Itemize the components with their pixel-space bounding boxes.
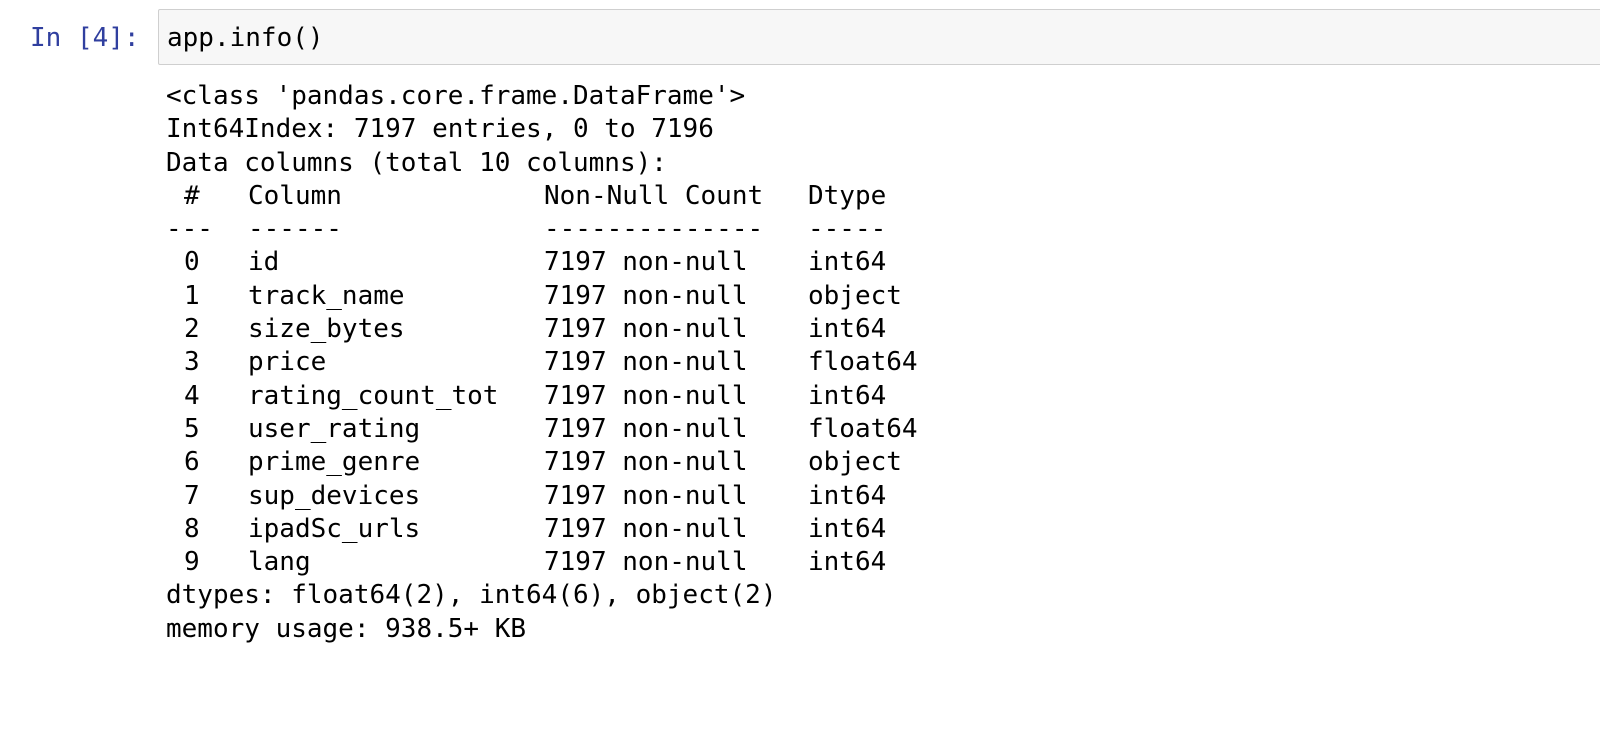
row-num: 3 xyxy=(184,347,200,378)
header-count: Non-Null Count xyxy=(544,180,764,211)
row-dtype: float64 xyxy=(808,413,918,444)
index-line: Int64Index: 7197 entries, 0 to 7196 xyxy=(166,114,714,145)
row-column: lang xyxy=(248,547,311,578)
row-column: prime_genre xyxy=(248,447,421,478)
separator-count: -------------- xyxy=(544,214,764,245)
row-column: rating_count_tot xyxy=(248,380,499,411)
row-dtype: object xyxy=(808,280,902,311)
row-count: 7197 non-null xyxy=(544,314,748,345)
row-column: size_bytes xyxy=(248,314,405,345)
columns-line: Data columns (total 10 columns): xyxy=(166,147,667,178)
info-row: 7 sup_devices 7197 non-null int64 xyxy=(166,480,1586,513)
row-column: ipadSc_urls xyxy=(248,513,421,544)
row-count: 7197 non-null xyxy=(544,347,748,378)
row-dtype: int64 xyxy=(808,547,887,578)
row-dtype: int64 xyxy=(808,314,887,345)
header-column: Column xyxy=(248,180,342,211)
header-dtype: Dtype xyxy=(808,180,887,211)
row-num: 6 xyxy=(184,447,200,478)
row-count: 7197 non-null xyxy=(544,280,748,311)
info-row: 6 prime_genre 7197 non-null object xyxy=(166,446,1586,479)
separator-num: --- xyxy=(166,214,213,245)
info-row: 0 id 7197 non-null int64 xyxy=(166,246,1586,279)
row-column: sup_devices xyxy=(248,480,421,511)
memory-line: memory usage: 938.5+ KB xyxy=(166,613,527,644)
info-header-row: # Column Non-Null Count Dtype xyxy=(166,180,1586,213)
row-dtype: object xyxy=(808,447,902,478)
class-line: <class 'pandas.core.frame.DataFrame'> xyxy=(166,81,746,111)
row-dtype: float64 xyxy=(808,347,918,378)
info-row: 2 size_bytes 7197 non-null int64 xyxy=(166,313,1586,346)
separator-column: ------ xyxy=(248,214,342,245)
row-count: 7197 non-null xyxy=(544,447,748,478)
row-dtype: int64 xyxy=(808,513,887,544)
info-separator-row: --- ------ -------------- ----- xyxy=(166,213,1586,246)
row-num: 7 xyxy=(184,480,200,511)
code-text[interactable]: app.info() xyxy=(167,20,324,56)
row-count: 7197 non-null xyxy=(544,513,748,544)
row-column: id xyxy=(248,247,280,278)
row-dtype: int64 xyxy=(808,247,887,278)
row-num: 0 xyxy=(184,247,200,278)
row-column: track_name xyxy=(248,280,405,311)
row-dtype: int64 xyxy=(808,380,887,411)
row-num: 5 xyxy=(184,413,200,444)
row-num: 1 xyxy=(184,280,200,311)
row-dtype: int64 xyxy=(808,480,887,511)
info-row: 3 price 7197 non-null float64 xyxy=(166,346,1586,379)
header-num: # xyxy=(184,180,200,211)
info-row: 9 lang 7197 non-null int64 xyxy=(166,546,1586,579)
output-area: <class 'pandas.core.frame.DataFrame'> In… xyxy=(166,80,1586,646)
info-row: 8 ipadSc_urls 7197 non-null int64 xyxy=(166,513,1586,546)
input-prompt: In [4]: xyxy=(30,23,140,53)
row-count: 7197 non-null xyxy=(544,547,748,578)
row-count: 7197 non-null xyxy=(544,413,748,444)
row-count: 7197 non-null xyxy=(544,380,748,411)
row-num: 2 xyxy=(184,314,200,345)
row-count: 7197 non-null xyxy=(544,247,748,278)
dtypes-line: dtypes: float64(2), int64(6), object(2) xyxy=(166,580,777,611)
info-row: 4 rating_count_tot 7197 non-null int64 xyxy=(166,380,1586,413)
row-num: 9 xyxy=(184,547,200,578)
info-row: 1 track_name 7197 non-null object xyxy=(166,280,1586,313)
row-num: 8 xyxy=(184,513,200,544)
notebook-cell: In [4]: app.info() <class 'pandas.core.f… xyxy=(0,0,1600,670)
row-num: 4 xyxy=(184,380,200,411)
row-count: 7197 non-null xyxy=(544,480,748,511)
code-input-area[interactable]: app.info() xyxy=(158,9,1600,65)
row-column: user_rating xyxy=(248,413,421,444)
row-column: price xyxy=(248,347,327,378)
info-row: 5 user_rating 7197 non-null float64 xyxy=(166,413,1586,446)
separator-dtype: ----- xyxy=(808,214,887,245)
